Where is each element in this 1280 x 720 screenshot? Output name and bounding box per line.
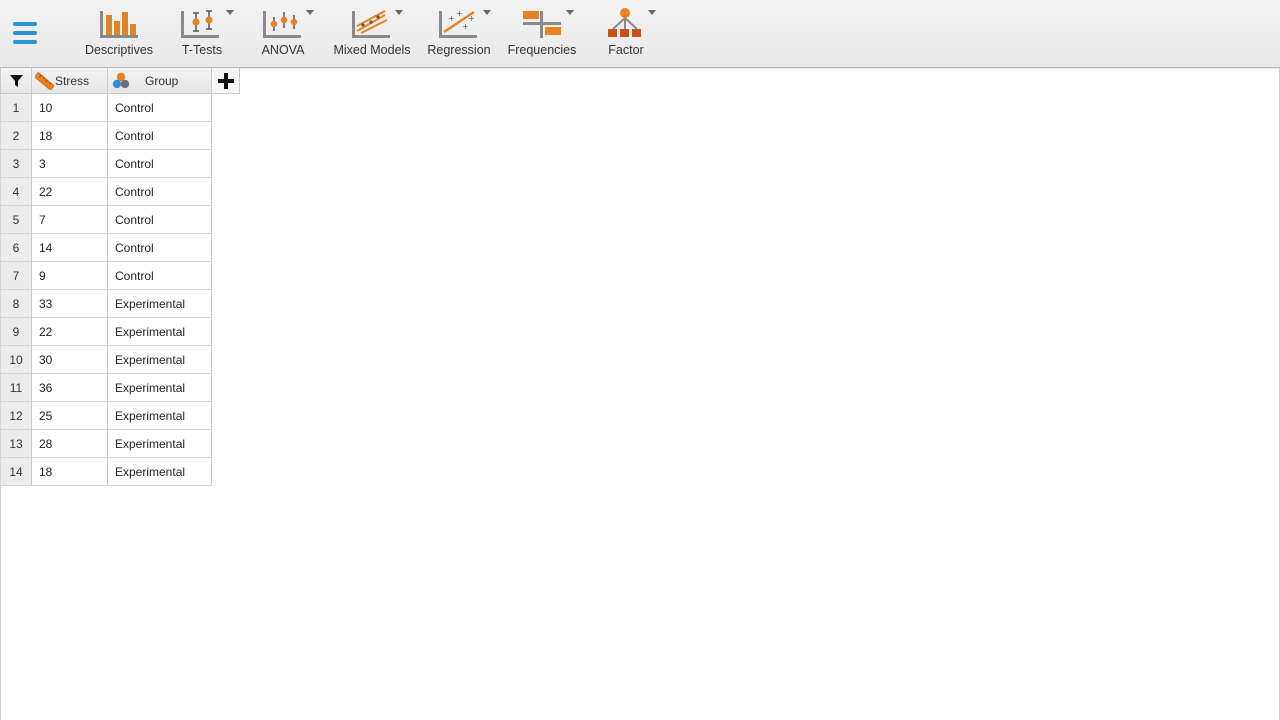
frequencies-dropdown-caret-icon[interactable] — [566, 10, 574, 15]
row-number[interactable]: 13 — [0, 430, 32, 458]
main-menu-hamburger-icon[interactable] — [13, 21, 37, 45]
stress-cell[interactable]: 14 — [32, 234, 108, 262]
regression-dropdown-caret-icon[interactable] — [483, 10, 491, 15]
row-number[interactable]: 6 — [0, 234, 32, 262]
anova-dropdown-caret-icon[interactable] — [306, 10, 314, 15]
plus-icon — [218, 73, 234, 89]
frequencies-icon — [523, 11, 561, 38]
group-cell[interactable]: Experimental — [108, 318, 212, 346]
factor-button[interactable]: Factor — [598, 0, 656, 67]
add-column-button[interactable] — [212, 68, 240, 94]
filter-button[interactable] — [0, 68, 32, 94]
row-number[interactable]: 11 — [0, 374, 32, 402]
mixed-models-dropdown-caret-icon[interactable] — [395, 10, 403, 15]
stress-cell[interactable]: 30 — [32, 346, 108, 374]
descriptives-bar-icon — [100, 11, 138, 38]
group-cell[interactable]: Control — [108, 262, 212, 290]
regression-label: Regression — [427, 43, 491, 57]
t-tests-icon — [181, 10, 219, 38]
row-number[interactable]: 1 — [0, 94, 32, 122]
stress-cell[interactable]: 18 — [32, 122, 108, 150]
group-cell[interactable]: Control — [108, 178, 212, 206]
column-header-group[interactable]: Group — [108, 68, 212, 94]
group-cell[interactable]: Experimental — [108, 290, 212, 318]
group-cell[interactable]: Experimental — [108, 374, 212, 402]
stress-cell[interactable]: 22 — [32, 318, 108, 346]
stress-cell[interactable]: 22 — [32, 178, 108, 206]
frequencies-button[interactable]: Frequencies — [506, 0, 578, 67]
stress-cell[interactable]: 3 — [32, 150, 108, 178]
t-tests-label: T-Tests — [181, 43, 223, 57]
row-number[interactable]: 12 — [0, 402, 32, 430]
regression-icon: + + + + — [439, 9, 477, 38]
group-cell[interactable]: Control — [108, 122, 212, 150]
factor-dropdown-caret-icon[interactable] — [648, 10, 656, 15]
descriptives-label: Descriptives — [84, 43, 154, 57]
group-cell[interactable]: Control — [108, 94, 212, 122]
row-number[interactable]: 4 — [0, 178, 32, 206]
stress-cell[interactable]: 25 — [32, 402, 108, 430]
svg-text:+: + — [462, 22, 469, 31]
stress-cell[interactable]: 7 — [32, 206, 108, 234]
ribbon-toolbar: Descriptives T-Tests ANOVA Mixed Models … — [0, 0, 1280, 68]
stress-cell[interactable]: 10 — [32, 94, 108, 122]
factor-icon — [608, 8, 641, 37]
row-number[interactable]: 10 — [0, 346, 32, 374]
column-name-group: Group — [145, 74, 179, 88]
group-cell[interactable]: Experimental — [108, 430, 212, 458]
t-tests-button[interactable]: T-Tests — [170, 0, 234, 67]
nominal-circles-icon — [112, 72, 130, 89]
svg-text:+: + — [456, 9, 463, 18]
group-cell[interactable]: Experimental — [108, 458, 212, 486]
factor-label: Factor — [608, 43, 644, 57]
row-number[interactable]: 5 — [0, 206, 32, 234]
column-header-stress[interactable]: Stress — [32, 68, 108, 94]
group-cell[interactable]: Experimental — [108, 402, 212, 430]
filter-funnel-icon — [10, 75, 23, 87]
t-tests-dropdown-caret-icon[interactable] — [226, 10, 234, 15]
regression-button[interactable]: + + + + Regression — [424, 0, 494, 67]
svg-text:+: + — [448, 14, 455, 23]
stress-cell[interactable]: 18 — [32, 458, 108, 486]
row-number[interactable]: 3 — [0, 150, 32, 178]
mixed-models-icon — [352, 10, 390, 38]
row-number[interactable]: 14 — [0, 458, 32, 486]
row-number[interactable]: 9 — [0, 318, 32, 346]
group-cell[interactable]: Control — [108, 206, 212, 234]
group-cell[interactable]: Control — [108, 150, 212, 178]
group-cell[interactable]: Experimental — [108, 346, 212, 374]
anova-icon — [263, 11, 301, 38]
row-number[interactable]: 2 — [0, 122, 32, 150]
descriptives-button[interactable]: Descriptives — [80, 0, 158, 67]
continuous-ruler-icon — [35, 72, 54, 90]
stress-cell[interactable]: 28 — [32, 430, 108, 458]
stress-cell[interactable]: 9 — [32, 262, 108, 290]
frequencies-label: Frequencies — [507, 43, 577, 57]
column-name-stress: Stress — [55, 74, 90, 88]
row-number[interactable]: 7 — [0, 262, 32, 290]
mixed-models-button[interactable]: Mixed Models — [330, 0, 414, 67]
mixed-models-label: Mixed Models — [333, 43, 411, 57]
svg-text:+: + — [468, 14, 475, 23]
anova-button[interactable]: ANOVA — [252, 0, 314, 67]
stress-cell[interactable]: 36 — [32, 374, 108, 402]
row-number[interactable]: 8 — [0, 290, 32, 318]
group-cell[interactable]: Control — [108, 234, 212, 262]
stress-cell[interactable]: 33 — [32, 290, 108, 318]
anova-label: ANOVA — [261, 43, 305, 57]
